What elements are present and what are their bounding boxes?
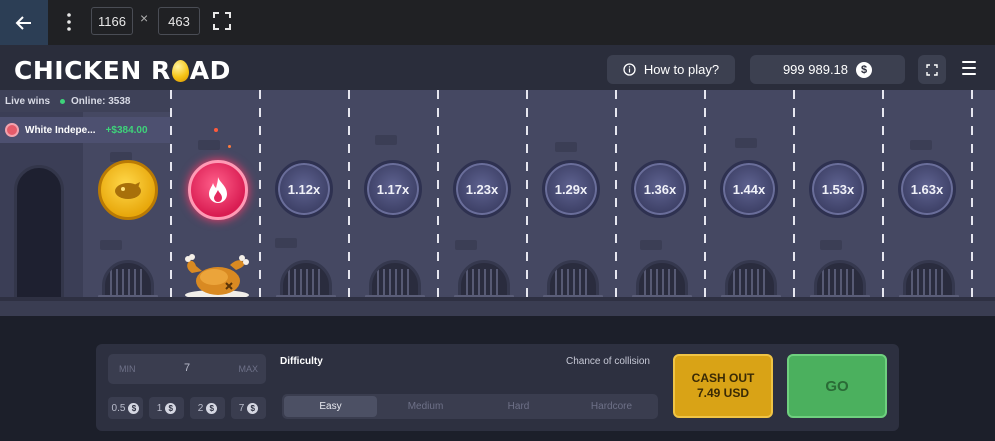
- balance-amount: 999 989.18: [782, 62, 849, 77]
- difficulty-selector: Easy Medium Hard Hardcore: [282, 394, 658, 419]
- avatar: [5, 123, 19, 137]
- chance-of-collision-label: Chance of collision: [566, 356, 650, 367]
- multiplier-coin: 1.29x: [542, 160, 600, 218]
- lane-divider: [615, 90, 617, 300]
- cash-out-label: CASH OUT: [691, 371, 755, 385]
- device-toolbar: 1166 × 463: [0, 0, 995, 45]
- win-amount: +$384.00: [105, 124, 148, 136]
- dollar-coin-icon: $: [206, 402, 218, 414]
- game-header: CHICKEN R AD How to play? 999 989.18 $: [0, 45, 995, 90]
- live-win-entry: White Indepe... +$384.00: [0, 117, 170, 143]
- difficulty-option-hardcore[interactable]: Hardcore: [565, 394, 658, 419]
- quick-bet-chip[interactable]: 0.5 $: [108, 397, 143, 419]
- sewer-grate: [636, 260, 688, 298]
- lane-divider: [437, 90, 439, 300]
- quick-bet-chip[interactable]: 2 $: [190, 397, 225, 419]
- max-bet-button[interactable]: MAX: [238, 364, 258, 374]
- difficulty-option-easy[interactable]: Easy: [284, 396, 377, 417]
- sewer-grate: [458, 260, 510, 298]
- lane-divider: [882, 90, 884, 300]
- lane-divider: [170, 90, 172, 300]
- quick-bet-value: 2: [197, 402, 204, 414]
- multiplier-coin: 1.63x: [898, 160, 956, 218]
- multiplier-coin: 1.17x: [364, 160, 422, 218]
- times-sign: ×: [140, 10, 149, 26]
- quick-bet-value: 0.5: [111, 402, 126, 414]
- flame-icon: [209, 177, 227, 203]
- more-options-icon[interactable]: [62, 8, 76, 36]
- lane-divider: [348, 90, 350, 300]
- chicken-head-icon: [115, 182, 141, 199]
- sewer-grate: [814, 260, 866, 298]
- win-player-name: White Indepe...: [25, 124, 96, 136]
- how-to-play-label: How to play?: [643, 62, 720, 77]
- sewer-grate: [725, 260, 777, 298]
- multiplier-coin: 1.36x: [631, 160, 689, 218]
- lane-divider: [793, 90, 795, 300]
- fullscreen-button[interactable]: [918, 55, 946, 84]
- menu-icon[interactable]: [958, 57, 980, 79]
- arrow-left-icon: [15, 15, 31, 30]
- cash-out-button[interactable]: CASH OUT 7.49 USD: [673, 354, 773, 418]
- multiplier-coin: 1.53x: [809, 160, 867, 218]
- dollar-coin-icon: $: [247, 402, 259, 414]
- dollar-coin-icon: $: [856, 61, 873, 78]
- quick-bet-chip[interactable]: 1 $: [149, 397, 184, 419]
- dollar-coin-icon: $: [128, 402, 140, 414]
- multiplier-coin: 1.12x: [275, 160, 333, 218]
- multiplier-coin: 1.44x: [720, 160, 778, 218]
- sewer-grate: [102, 260, 154, 298]
- lane-divider: [259, 90, 261, 300]
- difficulty-label: Difficulty: [280, 356, 323, 367]
- sewer-grate: [280, 260, 332, 298]
- quick-bet-value: 1: [156, 402, 163, 414]
- sewer-grate: [547, 260, 599, 298]
- app-root: 1166 × 463 CHICKEN R AD How to play? 999 …: [0, 0, 995, 441]
- quick-bet-value: 7: [238, 402, 245, 414]
- how-to-play-button[interactable]: How to play?: [607, 55, 735, 84]
- game-scene: 1.12x 1.17x 1.23x 1.29x 1.36x 1.44x 1.53…: [0, 90, 995, 316]
- logo-text-right: AD: [189, 56, 231, 85]
- roasted-chicken-icon: [185, 254, 249, 300]
- lane-divider: [971, 90, 973, 300]
- fullscreen-icon: [926, 63, 938, 76]
- sewer-grate: [369, 260, 421, 298]
- chicken-road-logo: CHICKEN R AD: [14, 56, 231, 85]
- multiplier-coin: 1.23x: [453, 160, 511, 218]
- difficulty-option-medium[interactable]: Medium: [379, 394, 472, 419]
- dollar-coin-icon: $: [165, 402, 177, 414]
- bet-amount-input[interactable]: MIN 7 MAX: [108, 354, 266, 384]
- lane-divider: [704, 90, 706, 300]
- difficulty-option-hard[interactable]: Hard: [472, 394, 565, 419]
- online-count: Online: 3538: [71, 95, 131, 107]
- start-doorway: [14, 165, 64, 300]
- live-wins-label: Live wins: [5, 95, 51, 107]
- bottom-area: MIN 7 MAX 0.5 $ 1 $ 2 $ 7 $ Difficulty Chanc…: [0, 316, 995, 441]
- quick-bet-chip[interactable]: 7 $: [231, 397, 266, 419]
- go-button[interactable]: GO: [787, 354, 887, 418]
- balance-display: 999 989.18 $: [750, 55, 905, 84]
- lane-divider: [526, 90, 528, 300]
- width-input[interactable]: 1166: [91, 7, 133, 35]
- fit-screen-icon[interactable]: [212, 11, 232, 31]
- curb: [0, 301, 995, 316]
- info-icon: [623, 63, 636, 76]
- sewer-grate: [903, 260, 955, 298]
- logo-text-left: CHICKEN R: [14, 56, 171, 85]
- back-button[interactable]: [0, 0, 48, 45]
- live-wins-bar: Live wins Online: 3538: [0, 90, 170, 112]
- height-input[interactable]: 463: [158, 7, 200, 35]
- fire-coin-icon: [188, 160, 248, 220]
- egg-icon: [171, 59, 189, 82]
- cash-out-amount: 7.49 USD: [696, 386, 750, 400]
- gold-coin-icon: [98, 160, 158, 220]
- online-dot-icon: [60, 98, 66, 104]
- control-panel: MIN 7 MAX 0.5 $ 1 $ 2 $ 7 $ Difficulty Chanc…: [96, 344, 899, 431]
